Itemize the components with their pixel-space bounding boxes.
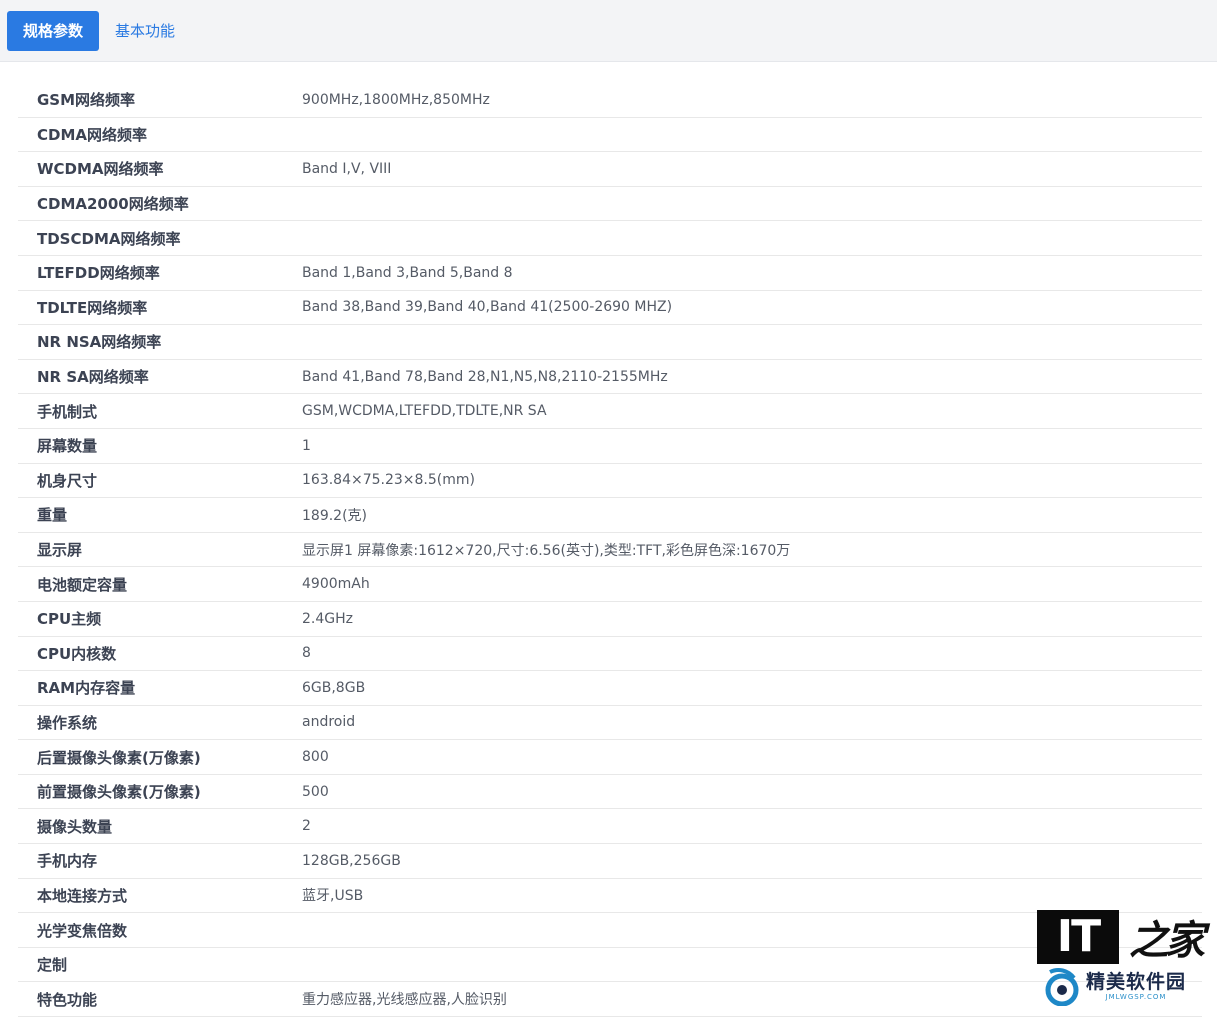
spec-value: 500 xyxy=(302,783,329,800)
spec-label: GSM网络频率 xyxy=(37,91,136,110)
spec-row: 操作系统 android xyxy=(18,706,1202,741)
spec-label: 本地连接方式 xyxy=(37,886,128,905)
spec-value: android xyxy=(302,714,356,731)
spec-value: 显示屏1 屏幕像素:1612×720,尺寸:6.56(英寸),类型:TFT,彩色… xyxy=(302,542,791,559)
spec-row: 定制 xyxy=(18,948,1202,983)
spec-label: 重量 xyxy=(37,506,68,525)
spec-label: 特色功能 xyxy=(37,990,98,1009)
spec-row: CDMA网络频率 xyxy=(18,118,1202,153)
spec-label: WCDMA网络频率 xyxy=(37,160,164,179)
spec-row: 手机制式 GSM,WCDMA,LTEFDD,TDLTE,NR SA xyxy=(18,394,1202,429)
spec-label: LTEFDD网络频率 xyxy=(37,264,160,283)
spec-row: 重量 189.2(克) xyxy=(18,498,1202,533)
spec-label: 手机制式 xyxy=(37,402,98,421)
spec-value: Band Ⅰ,V, VIII xyxy=(302,160,392,177)
ithome-watermark: IT 之家 xyxy=(1037,908,1205,966)
spec-label: 光学变焦倍数 xyxy=(37,921,128,940)
spec-row: 摄像头数量 2 xyxy=(18,809,1202,845)
jmwgsp-cn-text: 精美软件园 xyxy=(1086,971,1187,993)
spec-label: 定制 xyxy=(37,956,68,975)
spec-row: 特色功能 重力感应器,光线感应器,人脸识别 xyxy=(18,982,1202,1017)
spec-row: RAM内存容量 6GB,8GB xyxy=(18,671,1202,706)
spec-value: Band 41,Band 78,Band 28,N1,N5,N8,2110-21… xyxy=(302,368,668,385)
spec-value: 6GB,8GB xyxy=(302,679,366,696)
spec-label: TDLTE网络频率 xyxy=(37,298,148,317)
spec-row: CPU主频 2.4GHz xyxy=(18,602,1202,637)
spec-row: 后置摄像头像素(万像素) 800 xyxy=(18,740,1202,775)
spec-row: 显示屏 显示屏1 屏幕像素:1612×720,尺寸:6.56(英寸),类型:TFT… xyxy=(18,533,1202,568)
spec-label: 电池额定容量 xyxy=(37,575,128,594)
spec-row: GSM网络频率 900MHz,1800MHz,850MHz xyxy=(18,83,1202,118)
ithome-logo-it: IT xyxy=(1037,910,1119,964)
spec-label: CPU主频 xyxy=(37,610,102,629)
spec-label: 摄像头数量 xyxy=(37,817,113,836)
spec-label: RAM内存容量 xyxy=(37,679,136,698)
spec-label: NR NSA网络频率 xyxy=(37,333,162,352)
spec-value: 蓝牙,USB xyxy=(302,888,364,905)
spec-value: Band 38,Band 39,Band 40,Band 41(2500-269… xyxy=(302,299,673,316)
jmwgsp-watermark: 精美软件园 JMLWGSP.COM xyxy=(1044,966,1186,1006)
swirl-logo-icon xyxy=(1045,968,1079,1006)
ithome-logo-home: 之家 xyxy=(1129,917,1205,964)
spec-value: 163.84×75.23×8.5(mm) xyxy=(302,472,475,489)
tab-bar: 规格参数 基本功能 xyxy=(0,0,1217,62)
spec-row: 手机内存 128GB,256GB xyxy=(18,844,1202,879)
spec-table: GSM网络频率 900MHz,1800MHz,850MHz CDMA网络频率 WCDM… xyxy=(18,83,1202,1017)
tab-basic-functions[interactable]: 基本功能 xyxy=(99,11,191,51)
tab-specs[interactable]: 规格参数 xyxy=(7,10,100,51)
spec-row: LTEFDD网络频率 Band 1,Band 3,Band 5,Band 8 xyxy=(18,256,1202,291)
spec-row: TDLTE网络频率 Band 38,Band 39,Band 40,Band 41… xyxy=(18,291,1202,326)
spec-label: CPU内核数 xyxy=(37,644,117,663)
spec-label: 屏幕数量 xyxy=(37,437,98,456)
spec-row: 前置摄像头像素(万像素) 500 xyxy=(18,775,1202,810)
spec-value: 重力感应器,光线感应器,人脸识别 xyxy=(302,992,507,1009)
spec-value: 8 xyxy=(302,645,311,662)
spec-value: 2.4GHz xyxy=(302,610,353,627)
spec-row: 本地连接方式 蓝牙,USB xyxy=(18,879,1202,914)
jmwgsp-en-text: JMLWGSP.COM xyxy=(1105,993,1167,1001)
spec-label: 手机内存 xyxy=(37,852,98,871)
spec-row: 机身尺寸 163.84×75.23×8.5(mm) xyxy=(18,464,1202,499)
spec-label: NR SA网络频率 xyxy=(37,368,149,387)
spec-value: 2 xyxy=(302,818,311,835)
spec-label: CDMA2000网络频率 xyxy=(37,195,189,214)
spec-row: 光学变焦倍数 xyxy=(18,913,1202,948)
spec-label: 机身尺寸 xyxy=(37,471,98,490)
spec-row: CPU内核数 8 xyxy=(18,637,1202,672)
spec-row: 电池额定容量 4900mAh xyxy=(18,567,1202,602)
spec-value: 900MHz,1800MHz,850MHz xyxy=(302,91,490,108)
spec-label: 后置摄像头像素(万像素) xyxy=(37,748,201,767)
spec-label: CDMA网络频率 xyxy=(37,125,147,144)
spec-value: GSM,WCDMA,LTEFDD,TDLTE,NR SA xyxy=(302,403,547,420)
spec-value: 189.2(克) xyxy=(302,507,368,524)
spec-value: 1 xyxy=(302,437,311,454)
spec-row: NR NSA网络频率 xyxy=(18,325,1202,360)
spec-label: TDSCDMA网络频率 xyxy=(37,229,181,248)
spec-row: CDMA2000网络频率 xyxy=(18,187,1202,222)
spec-value: Band 1,Band 3,Band 5,Band 8 xyxy=(302,264,513,281)
spec-value: 800 xyxy=(302,749,329,766)
spec-value: 4900mAh xyxy=(302,576,370,593)
spec-row: 屏幕数量 1 xyxy=(18,429,1202,464)
spec-label: 操作系统 xyxy=(37,713,98,732)
spec-value: 128GB,256GB xyxy=(302,852,401,869)
spec-row: NR SA网络频率 Band 41,Band 78,Band 28,N1,N5,N… xyxy=(18,360,1202,395)
spec-row: TDSCDMA网络频率 xyxy=(18,221,1202,256)
spec-label: 显示屏 xyxy=(37,541,83,560)
spec-label: 前置摄像头像素(万像素) xyxy=(37,783,201,802)
spec-row: WCDMA网络频率 Band Ⅰ,V, VIII xyxy=(18,152,1202,187)
